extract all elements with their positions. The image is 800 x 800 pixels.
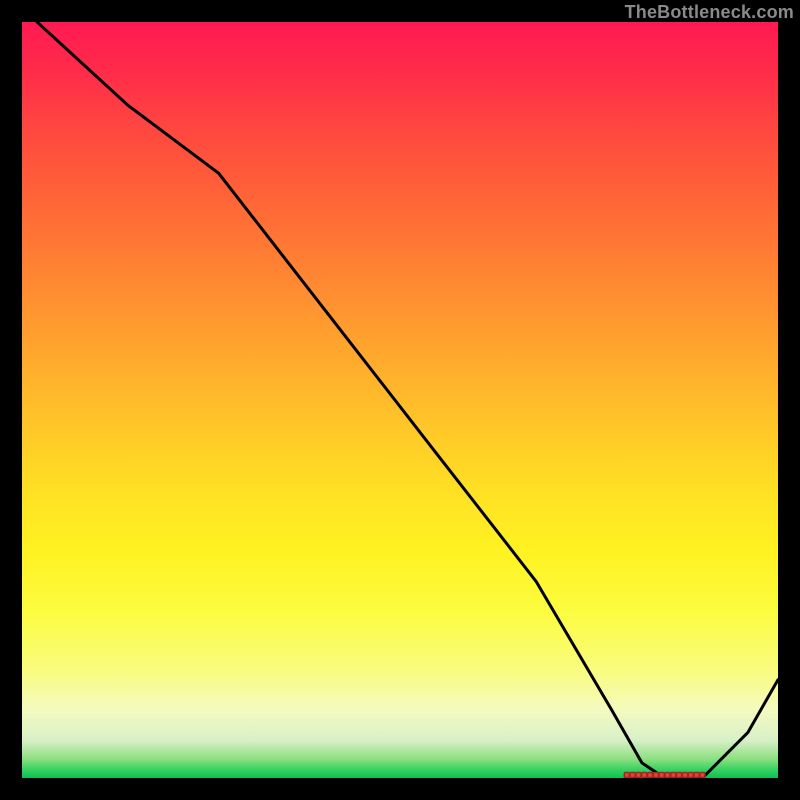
marker-dot <box>688 773 693 778</box>
marker-dot <box>665 773 670 778</box>
marker-dot <box>683 773 688 778</box>
marker-dot <box>630 773 635 778</box>
marker-group <box>624 773 705 778</box>
marker-dot <box>624 773 629 778</box>
marker-dot <box>694 773 699 778</box>
line-chart-svg <box>22 22 778 778</box>
marker-dot <box>653 773 658 778</box>
watermark-text: TheBottleneck.com <box>625 2 794 23</box>
marker-dot <box>659 773 664 778</box>
plot-area <box>22 22 778 778</box>
marker-dot <box>700 773 705 778</box>
chart-line <box>37 22 778 778</box>
chart-container: TheBottleneck.com <box>0 0 800 800</box>
marker-dot <box>642 773 647 778</box>
marker-dot <box>677 773 682 778</box>
marker-dot <box>671 773 676 778</box>
marker-dot <box>636 773 641 778</box>
marker-dot <box>648 773 653 778</box>
